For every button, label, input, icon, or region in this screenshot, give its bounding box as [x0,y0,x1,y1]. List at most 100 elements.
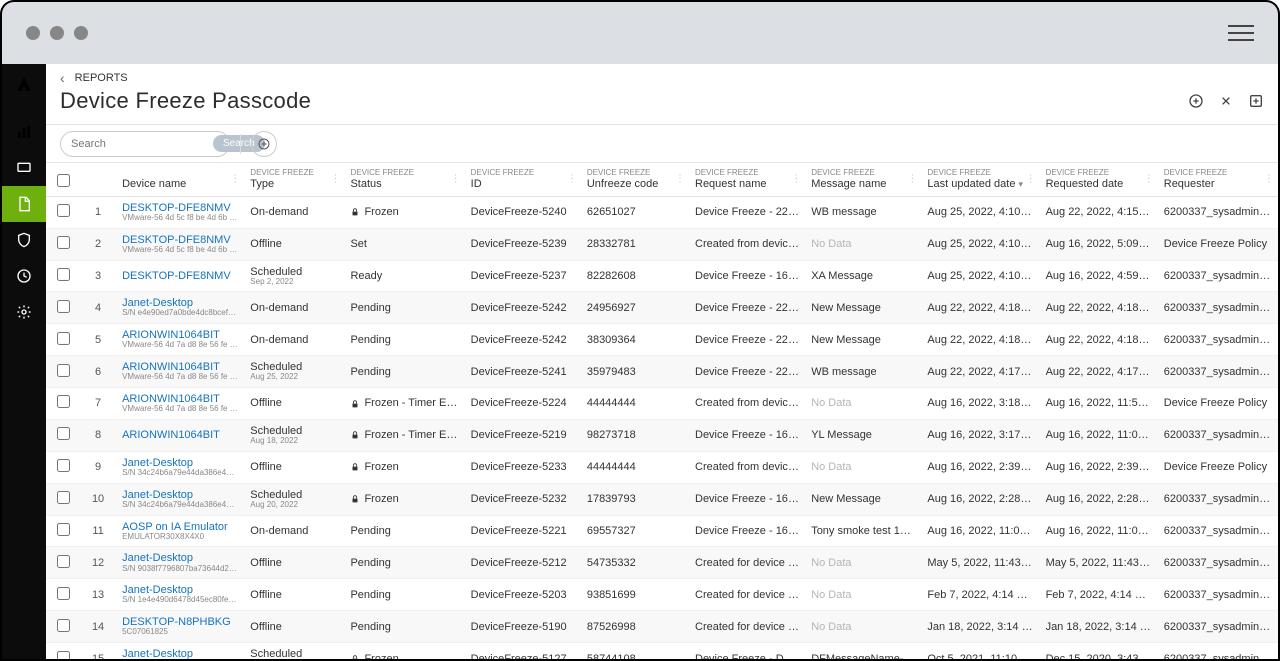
unfreeze-code: 35979483 [581,356,689,388]
page-title: Device Freeze Passcode [60,88,311,114]
device-name-link[interactable]: Janet-Desktop [122,552,238,564]
search-field[interactable]: Search [60,131,230,157]
column-requested-date[interactable]: DEVICE FREEZERequested date⋮ [1040,163,1158,196]
table-row[interactable]: 13Janet-DesktopS/N 1e4e490d6478d45ec80fe… [46,579,1278,611]
nav-history[interactable] [2,258,46,294]
table-row[interactable]: 12Janet-DesktopS/N 9038f7796807ba73644d2… [46,547,1278,579]
last-updated: Aug 16, 2022, 2:28 PM G... [921,483,1039,515]
device-name-link[interactable]: Janet-Desktop [122,297,238,309]
table-row[interactable]: 4Janet-DesktopS/N e4e90ed7a0bde4dc8bcefe… [46,292,1278,324]
column-menu-icon[interactable]: ⋮ [907,174,917,185]
device-name-link[interactable]: ARIONWIN1064BIT [122,361,238,373]
row-checkbox[interactable] [57,332,70,345]
device-name-link[interactable]: AOSP on IA Emulator [122,521,238,533]
column-menu-icon[interactable]: ⋮ [1144,174,1154,185]
column-menu-icon[interactable]: ⋮ [567,174,577,185]
table-row[interactable]: 7ARIONWIN1064BITVMware-56 4d 7a d8 8e 56… [46,388,1278,420]
column-request-name[interactable]: DEVICE FREEZERequest name⋮ [689,163,805,196]
table-row[interactable]: 5ARIONWIN1064BITVMware-56 4d 7a d8 8e 56… [46,324,1278,356]
table-row[interactable]: 3DESKTOP-DFE8NMVScheduledSep 2, 2022Read… [46,260,1278,292]
freeze-status: Frozen - Timer Expired [344,388,464,420]
device-name-link[interactable]: Janet-Desktop [122,489,238,501]
device-subtext: S/N 9038f7796807ba73644d2e85339f4f8015eb [122,565,238,574]
add-filter-button[interactable] [251,131,277,157]
menu-icon[interactable] [1228,25,1254,41]
table-row[interactable]: 1DESKTOP-DFE8NMVVMware-56 4d 5c f8 be 4d… [46,196,1278,228]
request-name: Created for device freez... [689,611,805,643]
export-icon[interactable] [1218,93,1234,109]
breadcrumb[interactable]: ‹ REPORTS [60,70,1264,86]
freeze-type: On-demand [250,206,308,218]
message-name: New Message [805,292,921,324]
row-checkbox[interactable] [57,427,70,440]
add-circle-icon[interactable] [1188,93,1204,109]
column-menu-icon[interactable]: ⋮ [1026,174,1036,185]
request-name: Device Freeze - 22 Aug, 2... [689,356,805,388]
device-subtext: 5C07061825 [122,628,238,637]
device-name-link[interactable]: ARIONWIN1064BIT [122,429,238,441]
column-menu-icon[interactable]: ⋮ [1264,174,1274,185]
table-row[interactable]: 6ARIONWIN1064BITVMware-56 4d 7a d8 8e 56… [46,356,1278,388]
device-name-link[interactable]: Janet-Desktop [122,457,238,469]
column-requester[interactable]: DEVICE FREEZERequester⋮ [1158,163,1278,196]
nav-settings[interactable] [2,294,46,330]
row-checkbox[interactable] [57,491,70,504]
table-row[interactable]: 9Janet-DesktopS/N 34c24b6a79e44da386e42b… [46,451,1278,483]
table-row[interactable]: 10Janet-DesktopS/N 34c24b6a79e44da386e42… [46,483,1278,515]
row-checkbox[interactable] [57,395,70,408]
nav-dashboard[interactable] [2,114,46,150]
row-checkbox[interactable] [57,523,70,536]
back-chevron-icon[interactable]: ‹ [60,70,65,86]
unfreeze-code: 69557327 [581,515,689,547]
select-all-header[interactable] [46,163,80,196]
row-checkbox[interactable] [57,204,70,217]
device-name-link[interactable]: Janet-Desktop [122,584,238,596]
nav-policies[interactable] [2,222,46,258]
nav-devices[interactable] [2,150,46,186]
row-checkbox[interactable] [57,268,70,281]
row-checkbox[interactable] [57,619,70,632]
freeze-type: Offline [250,461,282,473]
save-icon[interactable] [1248,93,1264,109]
column-menu-icon[interactable]: ⋮ [230,174,240,185]
device-name-link[interactable]: DESKTOP-DFE8NMV [122,202,238,214]
device-name-link[interactable]: ARIONWIN1064BIT [122,329,238,341]
row-checkbox[interactable] [57,459,70,472]
column-menu-icon[interactable]: ⋮ [675,174,685,185]
unfreeze-code: 82282608 [581,260,689,292]
column-last-updated[interactable]: DEVICE FREEZELast updated date▾⋮ [921,163,1039,196]
table-row[interactable]: 15Janet-DesktopS/N e265379a950048c8cdb5e… [46,643,1278,659]
device-name-link[interactable]: DESKTOP-DFE8NMV [122,234,238,246]
row-checkbox[interactable] [57,236,70,249]
column-device[interactable]: Device name⋮ [116,163,244,196]
column-menu-icon[interactable]: ⋮ [451,174,461,185]
column-id[interactable]: DEVICE FREEZEID⋮ [465,163,581,196]
sort-desc-icon[interactable]: ▾ [1018,179,1023,189]
search-input[interactable] [71,138,213,150]
column-unfreeze[interactable]: DEVICE FREEZEUnfreeze code⋮ [581,163,689,196]
column-menu-icon[interactable]: ⋮ [330,174,340,185]
row-checkbox[interactable] [57,587,70,600]
row-checkbox[interactable] [57,364,70,377]
select-all-checkbox[interactable] [57,174,70,187]
table-row[interactable]: 14DESKTOP-N8PHBKG5C07061825OfflinePendin… [46,611,1278,643]
device-name-link[interactable]: DESKTOP-DFE8NMV [122,270,238,282]
table-row[interactable]: 2DESKTOP-DFE8NMVVMware-56 4d 5c f8 be 4d… [46,228,1278,260]
row-checkbox[interactable] [57,300,70,313]
column-menu-icon[interactable]: ⋮ [791,174,801,185]
column-type[interactable]: DEVICE FREEZEType⋮ [244,163,344,196]
column-message-name[interactable]: DEVICE FREEZEMessage name⋮ [805,163,921,196]
requester: 6200337_sysadmin@abs... [1158,611,1278,643]
table-row[interactable]: 8ARIONWIN1064BITScheduledAug 18, 2022Fro… [46,419,1278,451]
column-status[interactable]: DEVICE FREEZEStatus⋮ [344,163,464,196]
table-row[interactable]: 11AOSP on IA EmulatorEMULATOR30X8X4X0On-… [46,515,1278,547]
device-name-link[interactable]: ARIONWIN1064BIT [122,393,238,405]
window-controls[interactable] [26,26,88,40]
device-name-link[interactable]: DESKTOP-N8PHBKG [122,616,238,628]
breadcrumb-label[interactable]: REPORTS [75,72,128,84]
requester: 6200337_sysadmin@abs... [1158,356,1278,388]
row-checkbox[interactable] [57,555,70,568]
nav-reports[interactable] [2,186,46,222]
device-name-link[interactable]: Janet-Desktop [122,648,238,659]
row-checkbox[interactable] [57,651,70,659]
